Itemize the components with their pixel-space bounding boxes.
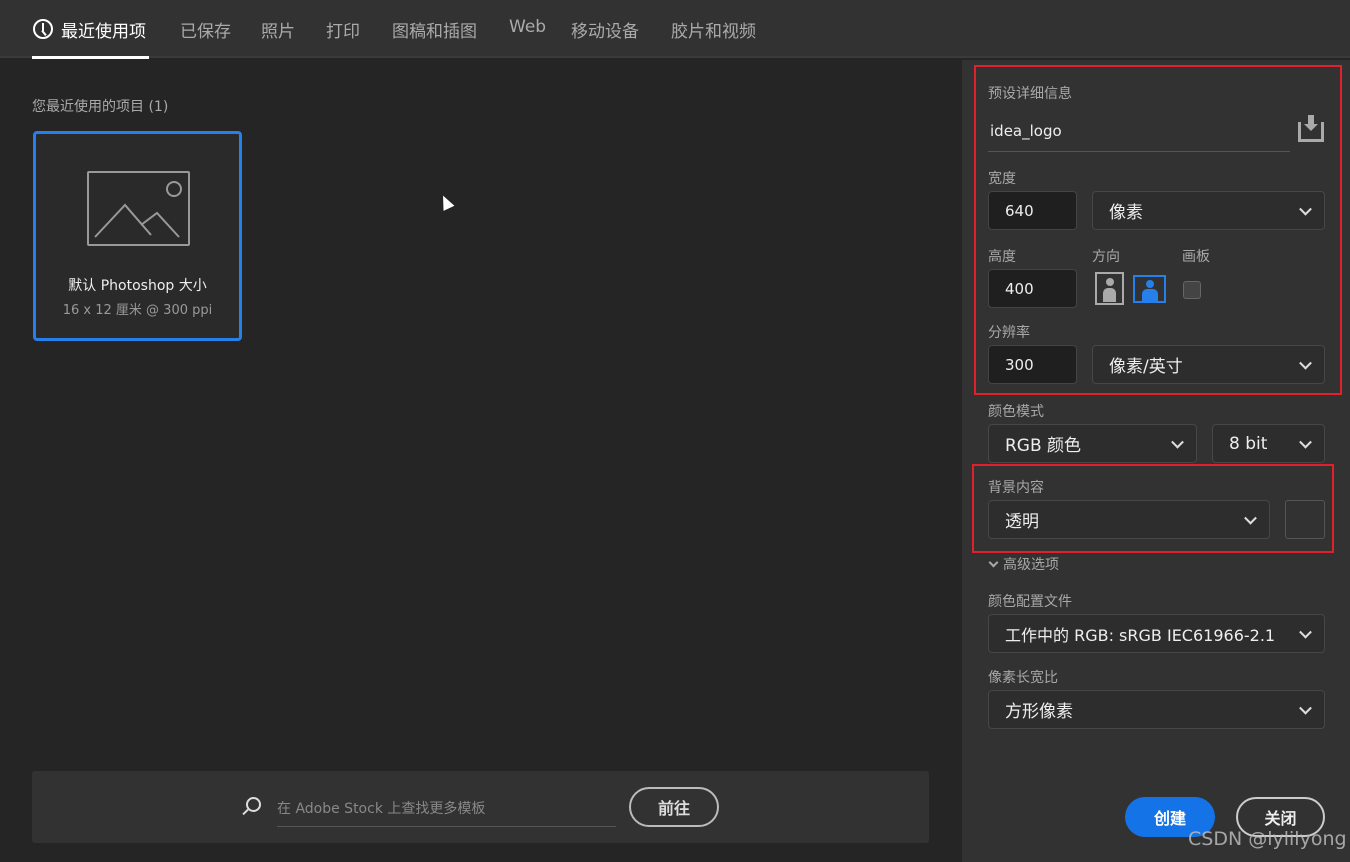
color-profile-select[interactable]: 工作中的 RGB: sRGB IEC61966-2.1 bbox=[988, 614, 1325, 653]
tab-bar: 最近使用项 已保存 照片 打印 图稿和插图 Web 移动设备 胶片和视频 bbox=[0, 0, 1350, 58]
clock-icon bbox=[33, 19, 53, 39]
tab-photo[interactable]: 照片 bbox=[261, 17, 295, 42]
background-color-swatch[interactable] bbox=[1285, 500, 1325, 539]
bit-depth-value: 8 bit bbox=[1229, 433, 1268, 454]
chevron-down-icon bbox=[1299, 202, 1312, 216]
preset-title: 预设详细信息 bbox=[988, 86, 1072, 102]
stock-search-input[interactable]: 在 Adobe Stock 上查找更多模板 bbox=[277, 791, 616, 827]
chevron-down-icon bbox=[1299, 435, 1312, 449]
background-label: 背景内容 bbox=[988, 480, 1044, 496]
color-mode-value: RGB 颜色 bbox=[1005, 436, 1082, 456]
tab-web[interactable]: Web bbox=[509, 17, 546, 37]
recent-heading: 您最近使用的项目 (1) bbox=[32, 96, 168, 116]
go-button[interactable]: 前往 bbox=[629, 787, 719, 827]
tab-recent[interactable]: 最近使用项 bbox=[61, 17, 146, 42]
background-select[interactable]: 透明 bbox=[988, 500, 1270, 539]
save-preset-icon[interactable] bbox=[1298, 115, 1324, 142]
recent-count: (1) bbox=[148, 99, 169, 115]
chevron-down-icon bbox=[1299, 356, 1312, 370]
bit-depth-select[interactable]: 8 bit bbox=[1212, 424, 1325, 463]
landscape-orientation-button[interactable] bbox=[1133, 275, 1166, 303]
chevron-down-icon bbox=[1299, 625, 1312, 639]
width-input[interactable]: 640 bbox=[988, 191, 1077, 230]
resolution-unit-select[interactable]: 像素/英寸 bbox=[1092, 345, 1325, 384]
pixel-aspect-select[interactable]: 方形像素 bbox=[988, 690, 1325, 729]
chevron-down-icon bbox=[988, 557, 999, 568]
recent-title: 您最近使用的项目 bbox=[32, 99, 144, 115]
color-mode-select[interactable]: RGB 颜色 bbox=[988, 424, 1197, 463]
preset-name-input[interactable]: idea_logo bbox=[988, 118, 1290, 152]
color-mode-label: 颜色模式 bbox=[988, 404, 1044, 420]
active-tab-indicator bbox=[32, 56, 149, 59]
width-unit-select[interactable]: 像素 bbox=[1092, 191, 1325, 230]
recent-item-name: 默认 Photoshop 大小 bbox=[68, 278, 207, 294]
artboard-checkbox[interactable] bbox=[1183, 281, 1201, 299]
tab-art[interactable]: 图稿和插图 bbox=[392, 17, 477, 42]
resolution-unit-value: 像素/英寸 bbox=[1109, 357, 1183, 377]
recent-item[interactable]: 默认 Photoshop 大小 16 x 12 厘米 @ 300 ppi bbox=[33, 131, 242, 341]
image-icon bbox=[87, 171, 190, 246]
search-icon bbox=[242, 797, 261, 816]
preset-details-panel: 预设详细信息 idea_logo 宽度 640 像素 高度 方向 画板 400 … bbox=[962, 60, 1350, 862]
stock-search-bar: 在 Adobe Stock 上查找更多模板 前往 bbox=[32, 771, 929, 843]
width-label: 宽度 bbox=[988, 171, 1016, 187]
background-value: 透明 bbox=[1005, 512, 1039, 532]
recent-item-desc: 16 x 12 厘米 @ 300 ppi bbox=[62, 303, 213, 318]
tab-film[interactable]: 胶片和视频 bbox=[671, 17, 756, 42]
color-profile-value: 工作中的 RGB: sRGB IEC61966-2.1 bbox=[1005, 625, 1276, 645]
tab-print[interactable]: 打印 bbox=[326, 17, 360, 42]
advanced-options-label: 高级选项 bbox=[1003, 557, 1059, 573]
pixel-aspect-value: 方形像素 bbox=[1005, 702, 1073, 722]
artboard-label: 画板 bbox=[1182, 249, 1210, 265]
chevron-down-icon bbox=[1171, 435, 1184, 449]
chevron-down-icon bbox=[1299, 701, 1312, 715]
tab-mobile[interactable]: 移动设备 bbox=[571, 17, 639, 42]
height-label: 高度 bbox=[988, 249, 1016, 265]
mouse-cursor bbox=[437, 193, 455, 211]
orientation-label: 方向 bbox=[1092, 249, 1120, 265]
height-input[interactable]: 400 bbox=[988, 269, 1077, 308]
portrait-orientation-button[interactable] bbox=[1095, 272, 1124, 305]
width-unit-value: 像素 bbox=[1109, 203, 1143, 223]
resolution-label: 分辨率 bbox=[988, 325, 1030, 341]
resolution-input[interactable]: 300 bbox=[988, 345, 1077, 384]
chevron-down-icon bbox=[1244, 511, 1257, 525]
advanced-options-toggle[interactable]: 高级选项 bbox=[988, 554, 1059, 574]
tab-saved[interactable]: 已保存 bbox=[180, 17, 231, 42]
pixel-aspect-label: 像素长宽比 bbox=[988, 670, 1058, 686]
watermark: CSDN @lylilyong bbox=[1188, 828, 1347, 850]
color-profile-label: 颜色配置文件 bbox=[988, 594, 1072, 610]
